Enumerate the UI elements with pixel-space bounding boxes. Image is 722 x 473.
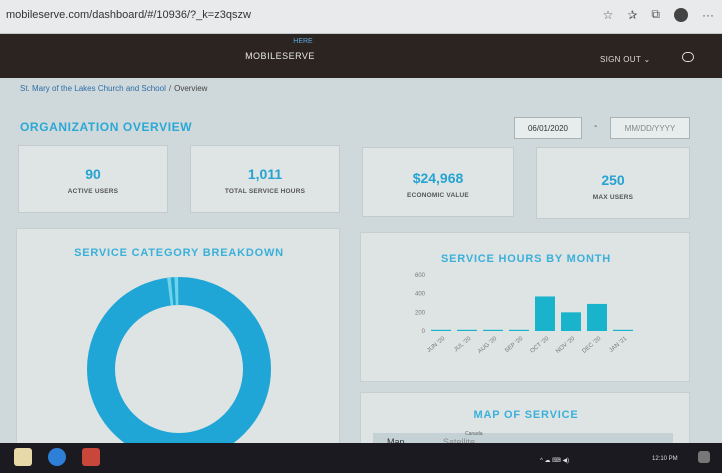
sign-out-label: SIGN OUT (600, 55, 641, 64)
stat-label: TOTAL SERVICE HOURS (224, 188, 306, 195)
y-tick-label: 400 (415, 292, 426, 298)
end-date-input[interactable]: MM/DD/YYYY (610, 117, 690, 139)
file-explorer-icon[interactable] (14, 448, 32, 466)
breadcrumb-org-link[interactable]: St. Mary of the Lakes Church and School (20, 84, 166, 93)
category-breakdown-panel: SERVICE CATEGORY BREAKDOWN (16, 228, 340, 449)
bar-sep-20[interactable] (509, 329, 529, 331)
bar-dec-20[interactable] (587, 303, 607, 331)
stat-card-economic-value: $24,968 ECONOMIC VALUE (362, 147, 514, 217)
x-tick-label: OCT '20 (530, 336, 551, 355)
donut-ring-primary[interactable] (87, 277, 271, 449)
x-tick-label: DEC '20 (581, 336, 602, 355)
bar-jun-20[interactable] (431, 329, 451, 331)
system-tray-icons[interactable]: ^ ☁ ⌨ ◀) (540, 457, 569, 464)
profile-icon[interactable] (674, 7, 688, 22)
header-sub-label: HERE (293, 38, 313, 45)
clock[interactable]: 12:10 PM (652, 456, 678, 462)
browser-address-bar: mobileserve.com/dashboard/#/10936/?_k=z3… (0, 0, 722, 34)
category-donut-chart (87, 277, 271, 449)
breadcrumb: St. Mary of the Lakes Church and School /… (20, 84, 207, 93)
bar-jul-20[interactable] (457, 329, 477, 331)
os-taskbar: ^ ☁ ⌨ ◀) 12:10 PM (0, 443, 722, 473)
stat-value: $24,968 (412, 170, 464, 186)
start-date-input[interactable]: 06/01/2020 (514, 117, 582, 139)
sign-out-button[interactable]: SIGN OUT ⌄ (600, 55, 650, 64)
bar-aug-20[interactable] (483, 329, 503, 331)
x-tick-label: JAN '21 (608, 336, 628, 354)
stat-value: 1,011 (247, 166, 283, 182)
url-field[interactable]: mobileserve.com/dashboard/#/10936/?_k=z3… (6, 9, 251, 21)
stat-label: ECONOMIC VALUE (407, 192, 469, 199)
notifications-icon[interactable] (698, 451, 710, 463)
x-tick-label: JUN '20 (426, 336, 447, 355)
service-hours-bar-chart: 600 400 200 0JUN '20 JUL '20 AUG '20 SEP '20 OC… (415, 273, 633, 355)
stat-label: MAX USERS (592, 194, 634, 201)
breadcrumb-current: Overview (174, 84, 208, 93)
stat-card-total-service-hours: 1,011 TOTAL SERVICE HOURS (190, 145, 340, 213)
map-label-canada: Canada (465, 431, 483, 437)
favorites-icon[interactable]: ✰ (627, 8, 637, 22)
x-tick-label: SEP '20 (504, 336, 525, 355)
x-tick-label: JUL '20 (453, 336, 473, 354)
y-tick-label: 600 (415, 273, 426, 279)
brand-logo[interactable]: MOBILESERVE (0, 51, 560, 61)
edge-browser-icon[interactable] (48, 448, 66, 466)
app-header: HERE MOBILESERVE SIGN OUT ⌄ (0, 34, 722, 78)
stat-value: 90 (85, 166, 101, 182)
bar-nov-20[interactable] (561, 312, 581, 331)
x-tick-label: AUG '20 (477, 336, 499, 355)
chat-icon[interactable] (682, 52, 694, 62)
more-icon[interactable]: ··· (702, 8, 714, 22)
browser-toolbar-icons: ☆ ✰ ⧉ ··· (603, 7, 714, 22)
stat-card-active-users: 90 ACTIVE USERS (18, 145, 168, 213)
app-icon[interactable] (82, 448, 100, 466)
bar-jan-21[interactable] (613, 329, 633, 331)
service-hours-panel: SERVICE HOURS BY MONTH 600 400 200 0 JUN '20… (360, 232, 690, 382)
date-range-separator: - (594, 121, 598, 132)
stat-label: ACTIVE USERS (67, 188, 119, 195)
star-icon[interactable]: ☆ (603, 8, 614, 22)
y-tick-label: 200 (415, 310, 426, 316)
screen: mobileserve.com/dashboard/#/10936/?_k=z3… (0, 0, 722, 473)
page-title: ORGANIZATION OVERVIEW (20, 120, 193, 134)
bar-oct-20[interactable] (535, 296, 555, 331)
map-title: MAP OF SERVICE (473, 409, 579, 421)
x-tick-label: NOV '20 (555, 336, 577, 355)
breadcrumb-separator: / (168, 84, 172, 93)
collections-icon[interactable]: ⧉ (651, 7, 660, 22)
y-tick-label: 0 (422, 329, 426, 335)
stat-card-max-users: 250 MAX USERS (536, 147, 690, 219)
stat-value: 250 (601, 172, 625, 188)
